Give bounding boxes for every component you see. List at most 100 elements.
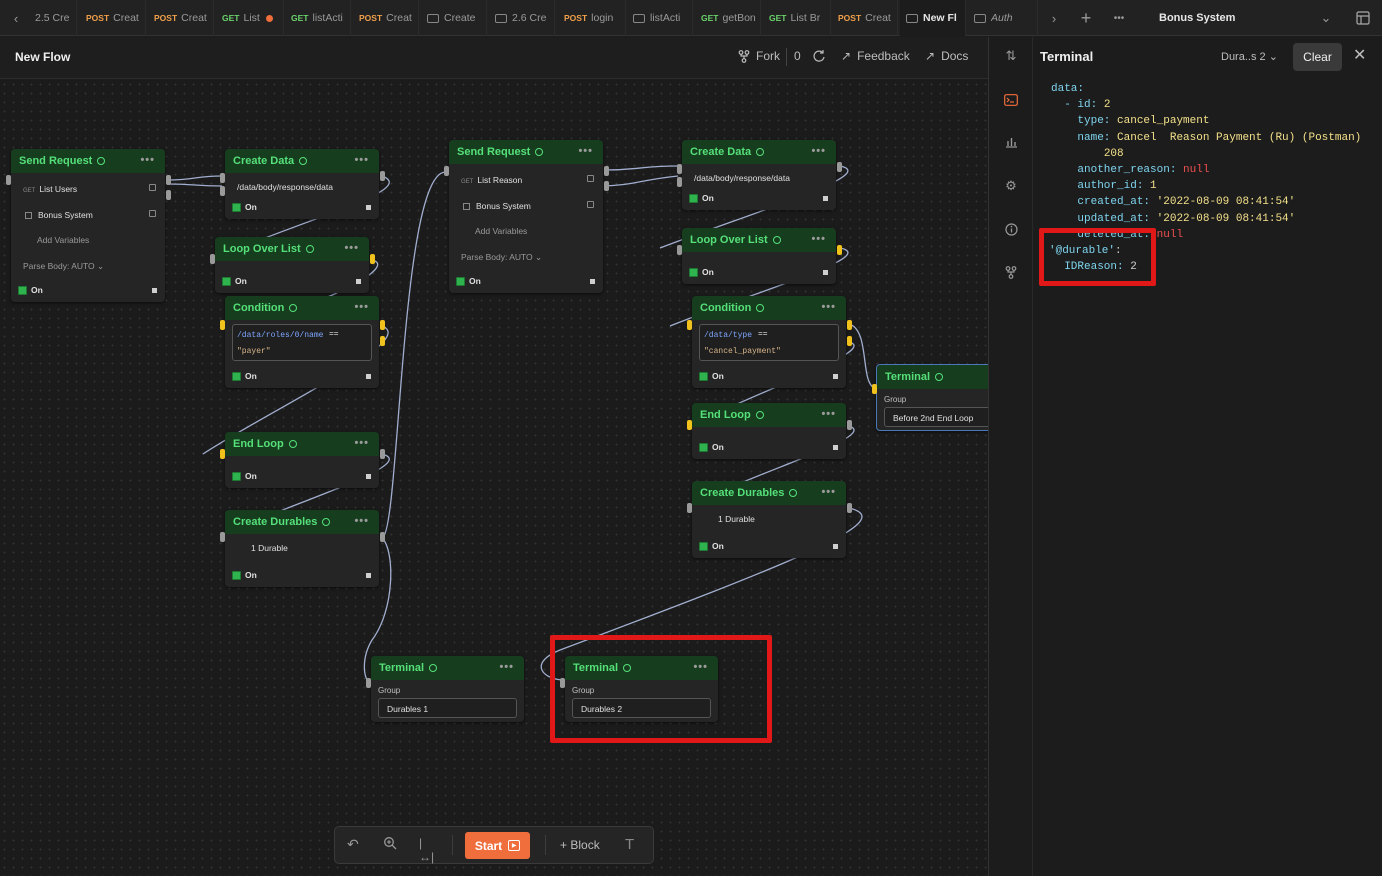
request-select[interactable]: GET List Users xyxy=(23,184,77,194)
on-toggle[interactable]: On xyxy=(18,285,43,295)
input-port[interactable] xyxy=(210,254,215,264)
tab-options-button[interactable]: ••• xyxy=(1108,0,1130,36)
open-external-icon[interactable] xyxy=(587,201,594,208)
on-toggle[interactable]: On xyxy=(232,570,257,580)
create-data-node[interactable]: Create Data ••• /data/body/response/data … xyxy=(220,149,385,219)
output-port[interactable] xyxy=(847,420,852,430)
node-header[interactable]: Create Durables ••• xyxy=(225,510,379,534)
tab[interactable]: POST Creat xyxy=(80,0,146,36)
terminal-node[interactable]: Terminal Group Before 2nd End Loop xyxy=(872,364,988,431)
clear-button[interactable]: Clear xyxy=(1293,43,1342,71)
tab[interactable]: Create xyxy=(421,0,487,36)
more-icon[interactable]: ••• xyxy=(811,145,826,157)
output-port[interactable] xyxy=(166,175,171,185)
condition-node[interactable]: Condition ••• /data/roles/0/name == "paye… xyxy=(220,296,385,388)
sort-button[interactable]: ⇅ xyxy=(1002,47,1020,65)
collection-select[interactable]: Bonus System xyxy=(25,210,93,220)
tab[interactable]: 2.6 Cre xyxy=(489,0,555,36)
open-external-icon[interactable] xyxy=(587,175,594,182)
node-header[interactable]: Create Data ••• xyxy=(225,149,379,173)
request-select[interactable]: GET List Reason xyxy=(461,175,522,185)
tab[interactable]: POST Creat xyxy=(148,0,214,36)
data-path[interactable]: /data/body/response/data xyxy=(694,173,790,183)
parse-body-select[interactable]: Parse Body: AUTO ⌄ xyxy=(461,252,542,263)
more-icon[interactable]: ••• xyxy=(693,661,708,673)
settings-button[interactable]: ⚙ xyxy=(1002,177,1020,195)
tab[interactable]: GET List xyxy=(216,0,284,36)
environment-dropdown[interactable]: ⌄ xyxy=(1316,0,1336,36)
flow-canvas[interactable]: Send Request ••• GET List Users Bonus Syst… xyxy=(0,80,988,876)
undo-button[interactable]: ↶ xyxy=(347,836,365,854)
docs-link[interactable]: ↗ Docs xyxy=(925,49,968,63)
tab-active[interactable]: New Fl xyxy=(900,0,966,36)
tab[interactable]: GET List Br xyxy=(763,0,831,36)
input-port[interactable] xyxy=(687,503,692,513)
input-port[interactable] xyxy=(6,175,11,185)
input-port-active[interactable] xyxy=(220,320,225,330)
resize-handle[interactable] xyxy=(356,279,361,284)
group-input[interactable]: Durables 1 xyxy=(378,698,517,718)
node-header[interactable]: Create Data ••• xyxy=(682,140,836,164)
terminal-tab-button[interactable] xyxy=(1002,91,1020,109)
tab[interactable]: Auth xyxy=(968,0,1038,36)
on-toggle[interactable]: On xyxy=(689,193,714,203)
fit-view-button[interactable]: |↔| xyxy=(419,836,437,864)
collection-select[interactable]: Bonus System xyxy=(463,201,531,211)
output-port-false[interactable] xyxy=(847,336,852,346)
output-port-active[interactable] xyxy=(837,245,842,255)
more-icon[interactable]: ••• xyxy=(811,233,826,245)
resize-handle[interactable] xyxy=(823,196,828,201)
more-icon[interactable]: ••• xyxy=(821,486,836,498)
node-header[interactable]: Terminal ••• xyxy=(565,656,718,680)
input-port[interactable] xyxy=(560,678,565,688)
input-port[interactable] xyxy=(220,173,225,183)
open-external-icon[interactable] xyxy=(149,184,156,191)
resize-handle[interactable] xyxy=(152,288,157,293)
output-port[interactable] xyxy=(166,190,171,200)
add-block-button[interactable]: + Block xyxy=(560,838,600,852)
condition-node[interactable]: Condition ••• /data/type == "cancel_payme… xyxy=(687,296,852,388)
add-variables-button[interactable]: Add Variables xyxy=(475,226,527,236)
output-port-true[interactable] xyxy=(380,320,385,330)
more-icon[interactable]: ••• xyxy=(140,154,155,166)
loop-over-list-node[interactable]: Loop Over List ••• On xyxy=(210,237,375,293)
node-header[interactable]: Send Request ••• xyxy=(11,149,165,173)
open-external-icon[interactable] xyxy=(149,210,156,217)
watch-button[interactable] xyxy=(812,49,826,63)
input-port[interactable] xyxy=(220,186,225,196)
close-button[interactable]: ✕ xyxy=(1353,45,1366,65)
end-loop-node[interactable]: End Loop ••• On xyxy=(687,403,852,459)
environment-quicklook-button[interactable] xyxy=(1352,0,1374,36)
on-toggle[interactable]: On xyxy=(232,471,257,481)
output-port[interactable] xyxy=(380,532,385,542)
node-header[interactable]: Send Request ••• xyxy=(449,140,603,164)
node-header[interactable]: Loop Over List ••• xyxy=(682,228,836,252)
output-port-active[interactable] xyxy=(370,254,375,264)
on-toggle[interactable]: On xyxy=(222,276,247,286)
input-port[interactable] xyxy=(677,245,682,255)
tabs-forward-button[interactable]: › xyxy=(1045,0,1063,36)
tab[interactable]: POST login xyxy=(558,0,626,36)
input-port[interactable] xyxy=(677,177,682,187)
new-tab-button[interactable]: + xyxy=(1076,0,1096,36)
on-toggle[interactable]: On xyxy=(699,541,724,551)
more-icon[interactable]: ••• xyxy=(344,242,359,254)
tab[interactable]: POST Creat xyxy=(832,0,898,36)
output-port[interactable] xyxy=(847,503,852,513)
environment-selector[interactable]: Bonus System xyxy=(1159,0,1235,36)
on-toggle[interactable]: On xyxy=(456,276,481,286)
group-input[interactable]: Durables 2 xyxy=(572,698,711,718)
node-header[interactable]: Terminal ••• xyxy=(371,656,524,680)
resize-handle[interactable] xyxy=(823,270,828,275)
durable-count[interactable]: 1 Durable xyxy=(718,514,755,524)
on-toggle[interactable]: On xyxy=(699,371,724,381)
input-port[interactable] xyxy=(366,678,371,688)
node-header[interactable]: Terminal xyxy=(877,365,988,389)
output-port[interactable] xyxy=(604,181,609,191)
fork-info-button[interactable] xyxy=(1002,263,1020,281)
resize-handle[interactable] xyxy=(366,573,371,578)
on-toggle[interactable]: On xyxy=(232,202,257,212)
tab[interactable]: GET getBon xyxy=(695,0,761,36)
node-header[interactable]: End Loop ••• xyxy=(692,403,846,427)
tab[interactable]: GET listActi xyxy=(285,0,351,36)
